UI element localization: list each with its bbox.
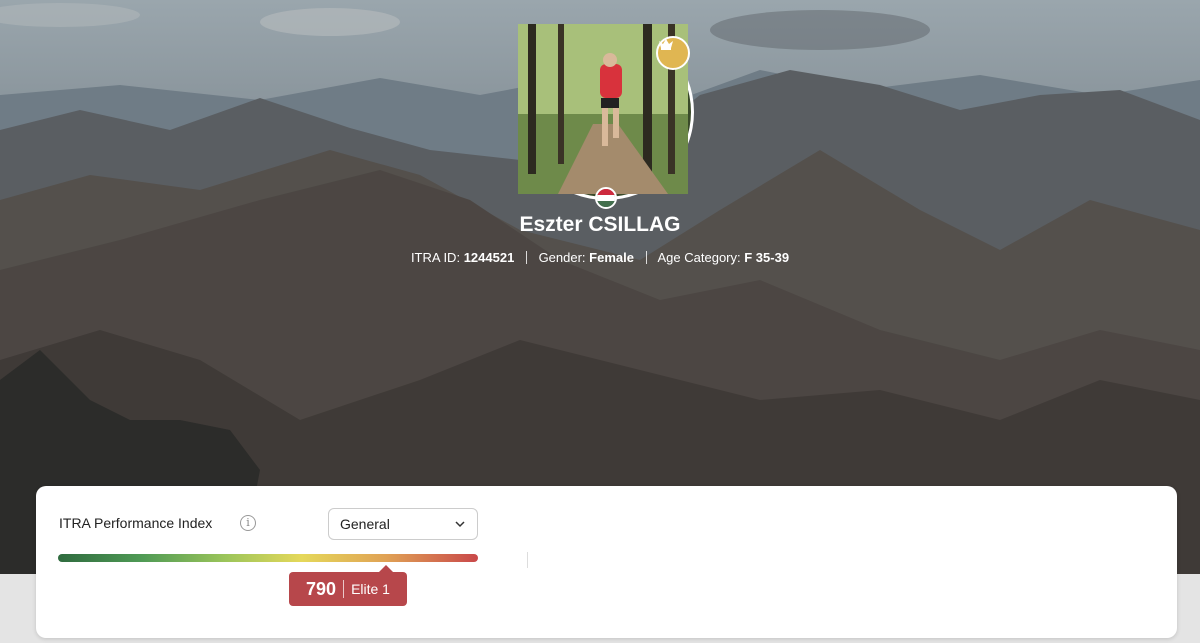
athlete-meta: ITRA ID: 1244521 Gender: Female Age Cate… xyxy=(0,250,1200,265)
score-divider xyxy=(343,580,345,598)
vertical-divider xyxy=(527,552,528,568)
age-category-label: Age Category: xyxy=(657,250,741,265)
select-value: General xyxy=(340,516,390,532)
country-flag-icon xyxy=(595,187,617,209)
meta-divider xyxy=(525,251,527,264)
performance-gradient-bar xyxy=(58,554,478,562)
age-category-value: F 35-39 xyxy=(744,250,790,265)
info-icon[interactable]: i xyxy=(240,515,256,531)
meta-divider xyxy=(645,251,647,264)
itra-id-label: ITRA ID: xyxy=(410,250,461,265)
chevron-down-icon xyxy=(455,521,465,528)
crown-icon xyxy=(659,39,673,50)
performance-score-badge: 790 Elite 1 xyxy=(289,565,407,606)
crown-badge xyxy=(656,36,690,70)
performance-index-label: ITRA Performance Index xyxy=(59,515,213,531)
athlete-name: Eszter CSILLAG xyxy=(519,213,681,236)
gender-label: Gender: xyxy=(538,250,586,265)
performance-category-select[interactable]: General xyxy=(328,508,478,540)
gender-value: Female xyxy=(589,250,634,265)
performance-score: 790 xyxy=(306,578,337,599)
performance-level: Elite 1 xyxy=(351,581,390,597)
itra-id-value: 1244521 xyxy=(463,250,515,265)
performance-card: ITRA Performance Index i General 790 Eli… xyxy=(36,486,1177,638)
profile-avatar-wrapper xyxy=(518,24,694,209)
